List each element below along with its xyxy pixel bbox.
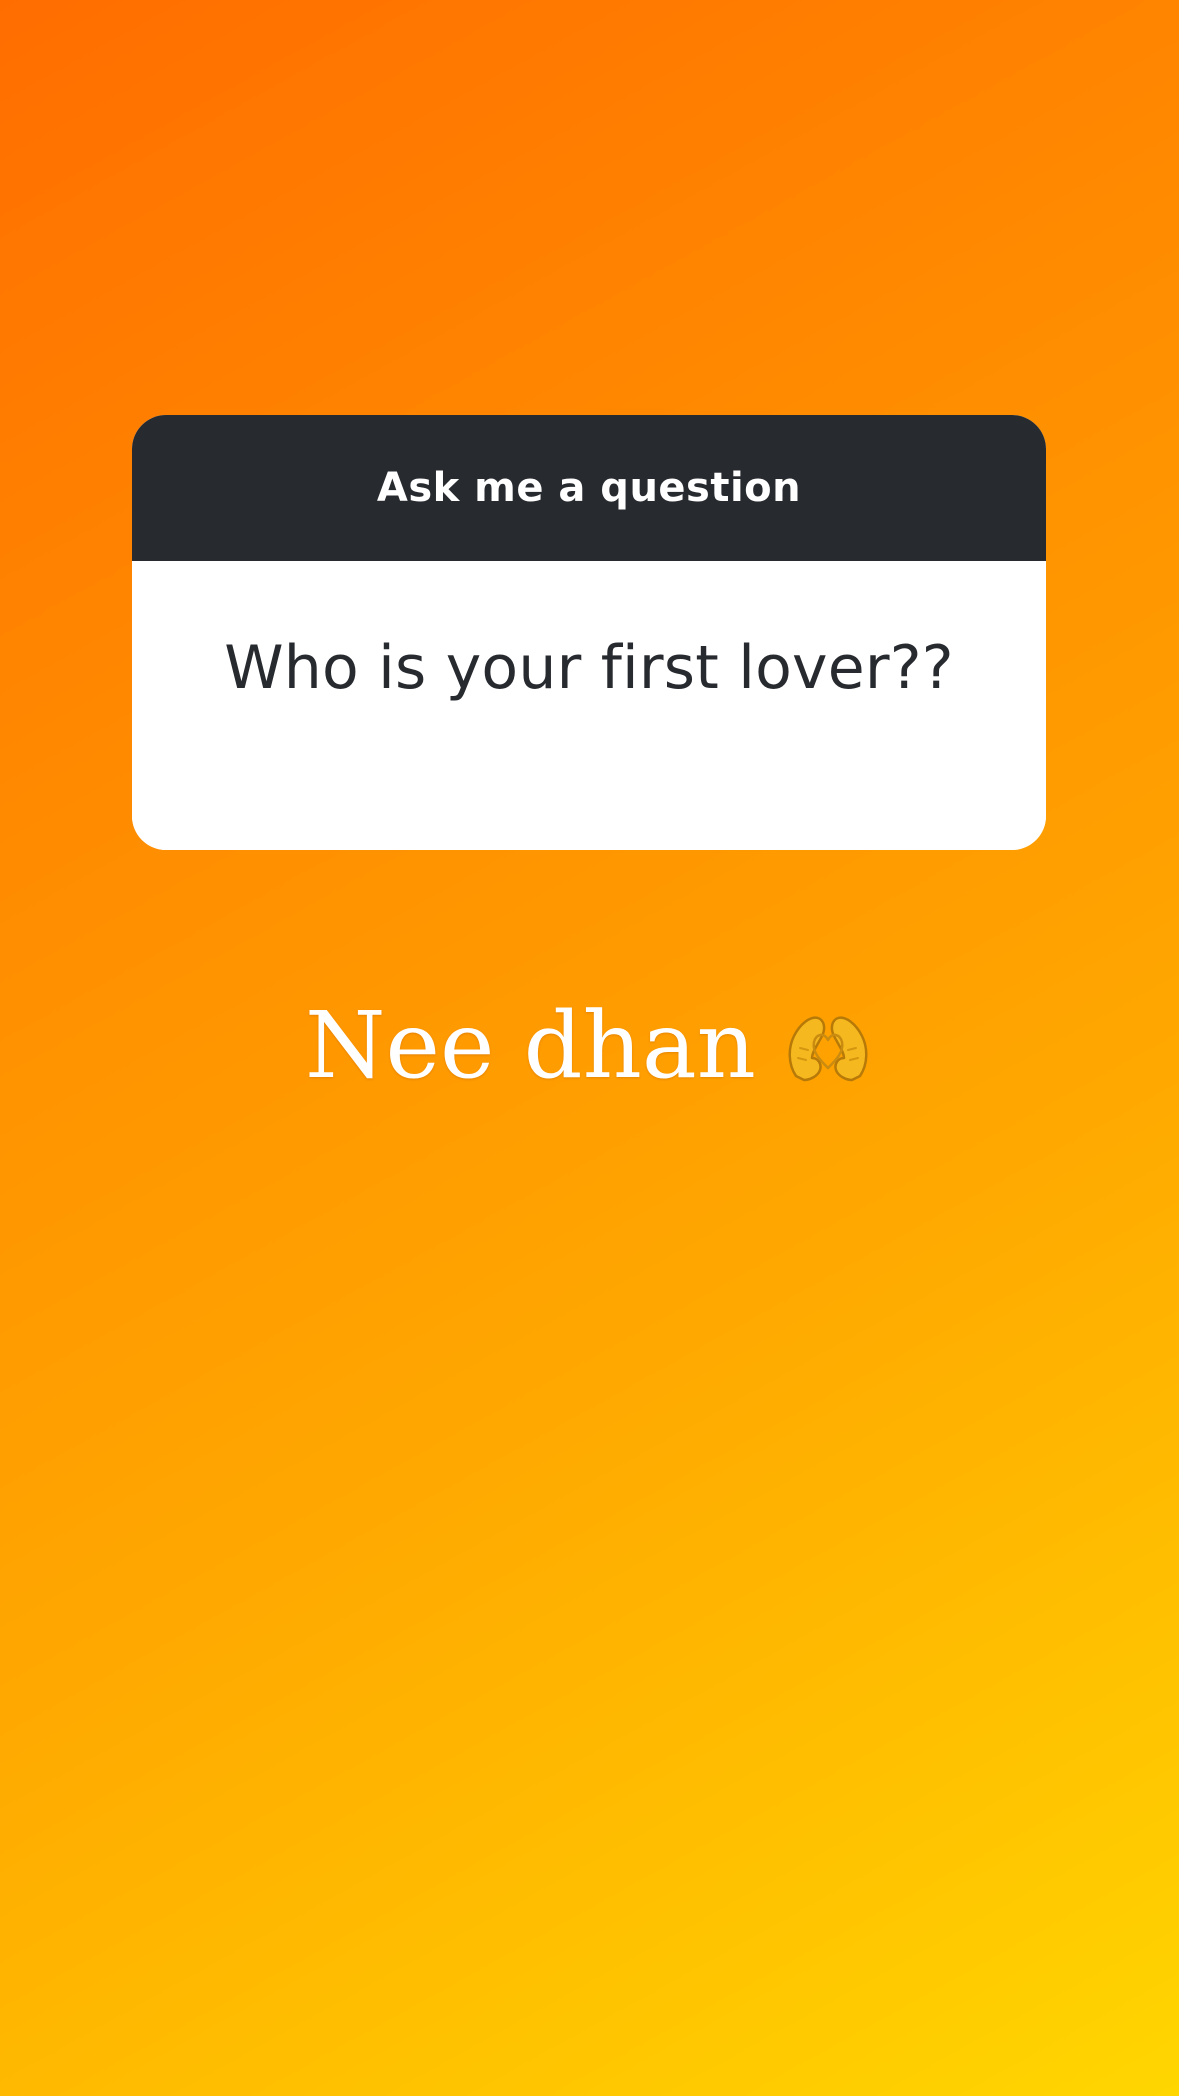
question-sticker-title: Ask me a question [376,465,802,511]
question-text: Who is your first lover?? [224,633,954,703]
story-canvas: Ask me a question Who is your first love… [0,0,1179,2096]
answer-text: Nee dhan [305,992,756,1099]
question-sticker-header: Ask me a question [132,415,1046,561]
heart-hands-icon [782,1006,874,1086]
question-sticker-body: Who is your first lover?? [132,561,1046,850]
answer-caption[interactable]: Nee dhan [0,1000,1179,1092]
question-sticker[interactable]: Ask me a question Who is your first love… [132,415,1046,850]
